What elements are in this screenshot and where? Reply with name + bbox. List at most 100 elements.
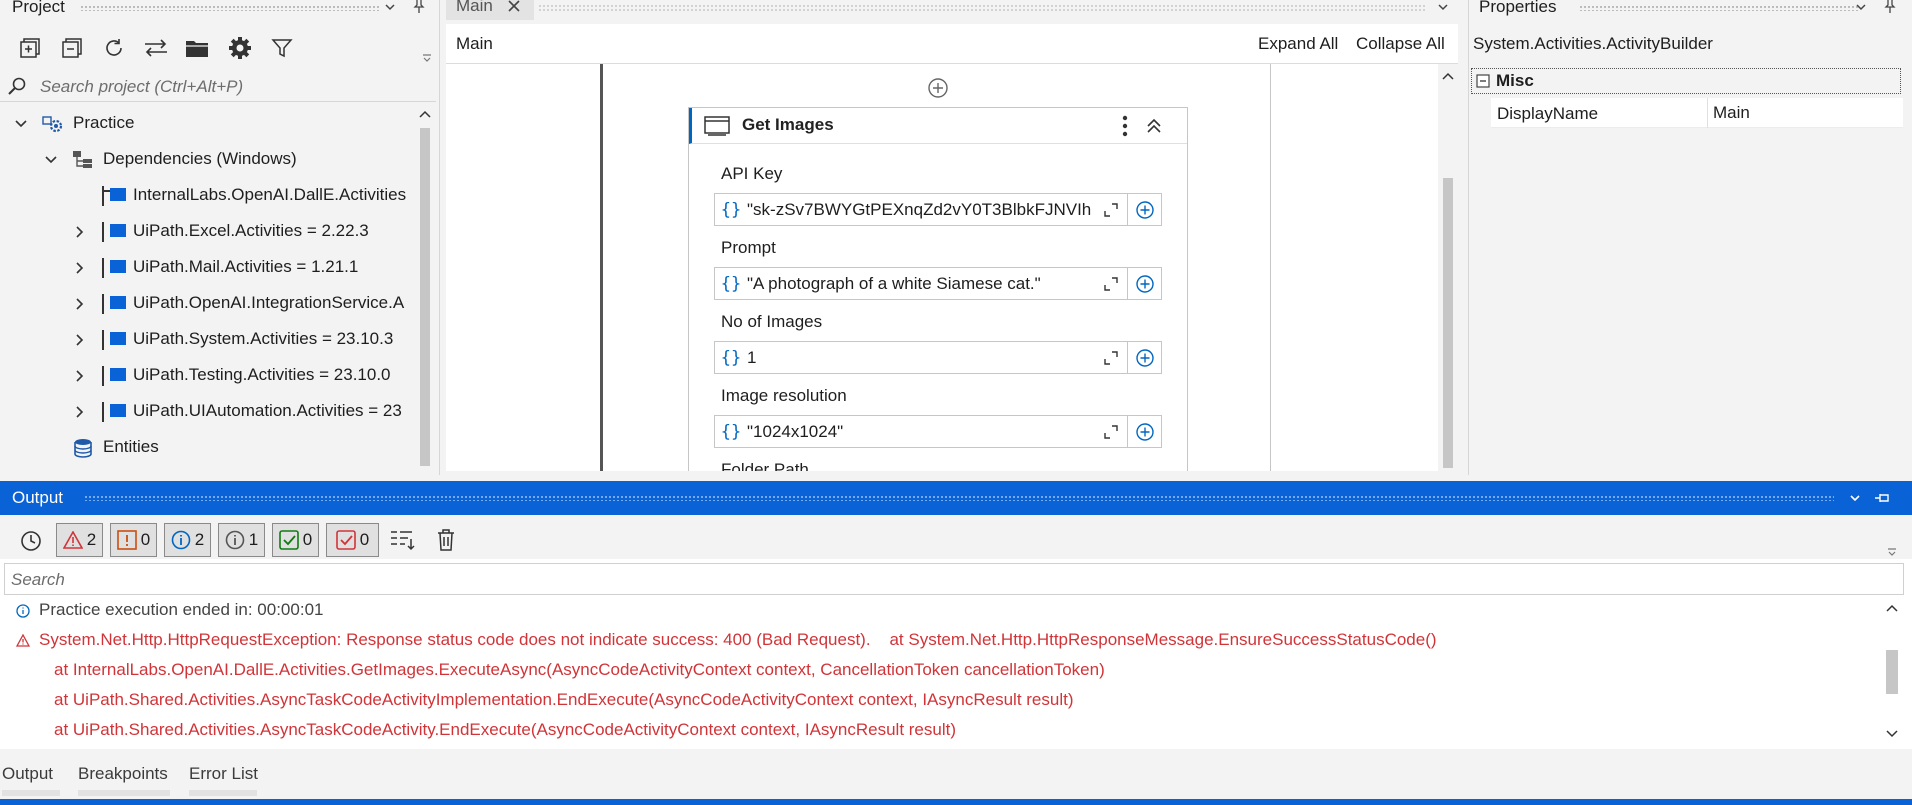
clock-icon[interactable] (20, 530, 42, 552)
scroll-up-icon[interactable] (1441, 70, 1455, 84)
chevron-right-icon[interactable] (72, 224, 88, 240)
drag-grip[interactable] (1579, 5, 1859, 11)
designer-scrollbar[interactable] (1438, 64, 1458, 471)
log-line-error[interactable]: at InternalLabs.OpenAI.DallE.Activities.… (54, 660, 1105, 680)
output-scrollbar[interactable] (1880, 598, 1904, 746)
property-category-misc[interactable]: Misc (1471, 68, 1901, 94)
log-line-error[interactable]: at UiPath.Shared.Activities.AsyncTaskCod… (54, 720, 956, 740)
document-tab-strip: Main (446, 0, 1458, 20)
property-row[interactable]: DisplayName Main (1471, 98, 1903, 128)
scroll-down-icon[interactable] (1885, 726, 1899, 740)
toolbar-overflow-icon[interactable] (1886, 546, 1898, 558)
tree-branch-line (102, 222, 104, 242)
log-text: at InternalLabs.OpenAI.DallE.Activities.… (54, 660, 1105, 679)
chevron-down-icon[interactable] (13, 116, 29, 132)
failed-filter-button[interactable]: 0 (326, 523, 379, 557)
tab-error-list[interactable]: Error List (189, 764, 258, 784)
success-filter-button[interactable]: 0 (272, 523, 319, 557)
trace-icon (225, 530, 245, 550)
scrollbar-thumb[interactable] (420, 128, 430, 466)
project-toolbar (16, 34, 296, 62)
warnings-filter-button[interactable]: 0 (110, 523, 157, 557)
errors-filter-button[interactable]: 2 (56, 523, 103, 557)
tree-item-label: UiPath.OpenAI.IntegrationService.A (133, 293, 405, 312)
dependencies-icon (72, 150, 94, 170)
trash-icon[interactable] (436, 529, 456, 551)
trace-count: 1 (248, 530, 259, 549)
tab-main[interactable]: Main (446, 0, 534, 20)
search-input[interactable]: Search project (Ctrl+Alt+P) (40, 77, 243, 97)
database-icon (72, 438, 94, 458)
tab-label: Main (456, 0, 493, 15)
warnings-count: 0 (140, 530, 151, 549)
scroll-up-icon[interactable] (1885, 602, 1899, 616)
package-block-icon (110, 368, 126, 381)
panel-menu-icon[interactable] (1854, 0, 1868, 14)
chevron-right-icon[interactable] (72, 368, 88, 384)
scroll-up-icon[interactable] (418, 108, 432, 122)
breadcrumb[interactable]: Main (456, 34, 493, 54)
panel-menu-icon[interactable] (383, 0, 397, 14)
scrollbar-thumb[interactable] (1886, 650, 1898, 694)
chevron-right-icon[interactable] (72, 404, 88, 420)
project-search[interactable]: Search project (Ctrl+Alt+P) (0, 72, 436, 102)
filter-icon[interactable] (268, 34, 296, 62)
activity-title[interactable]: Get Images (742, 115, 834, 135)
add-activity-icon[interactable] (927, 77, 949, 99)
project-panel: Project Search project (Ctrl+Alt+P) Prac… (0, 0, 440, 475)
sort-lines-icon[interactable] (390, 529, 416, 551)
drag-grip[interactable] (80, 5, 380, 11)
output-search-box[interactable]: Search (4, 563, 1904, 595)
panel-title: Output (12, 488, 64, 507)
expand-all-button[interactable]: Expand All (1258, 34, 1338, 54)
trace-filter-button[interactable]: 1 (218, 523, 265, 557)
folder-icon[interactable] (184, 34, 212, 62)
more-options-icon[interactable] (1122, 114, 1128, 138)
log-line-error[interactable]: at UiPath.Shared.Activities.AsyncTaskCod… (54, 690, 1074, 710)
collapse-icon[interactable] (1145, 117, 1163, 135)
chevron-right-icon[interactable] (72, 260, 88, 276)
tree-branch-line (102, 366, 104, 386)
close-icon[interactable] (506, 0, 522, 14)
refresh-icon[interactable] (100, 34, 128, 62)
tab-output[interactable]: Output (2, 764, 53, 784)
gear-icon[interactable] (226, 34, 254, 62)
drag-grip[interactable] (84, 495, 1834, 501)
properties-panel: Properties System.Activities.ActivityBui… (1468, 0, 1912, 475)
collapse-box-icon[interactable] (1476, 74, 1490, 88)
info-filter-button[interactable]: 2 (164, 523, 211, 557)
project-gear-icon (42, 114, 64, 134)
activity-card[interactable]: Get Images (688, 107, 1188, 471)
sync-arrows-icon[interactable] (142, 34, 170, 62)
designer-panel: Main Main Expand All Collapse All Get Im… (446, 0, 1458, 475)
pin-icon[interactable] (412, 0, 426, 14)
window-icon (704, 116, 730, 136)
panel-title: Project (12, 0, 65, 16)
search-input[interactable]: Search (11, 570, 65, 590)
log-text: Practice execution ended in: 00:00:01 (39, 600, 324, 619)
expand-all-icon[interactable] (16, 34, 44, 62)
property-value[interactable]: Main (1713, 103, 1750, 123)
tab-underline (2, 790, 60, 796)
chevron-right-icon[interactable] (72, 296, 88, 312)
collapse-all-button[interactable]: Collapse All (1356, 34, 1445, 54)
toolbar-overflow-icon[interactable] (421, 52, 433, 64)
output-log: Practice execution ended in: 00:00:01 Sy… (0, 598, 1880, 746)
pin-icon[interactable] (1874, 491, 1890, 505)
activity-header[interactable]: Get Images (689, 108, 1187, 144)
tree-item-label: UiPath.UIAutomation.Activities = 23 (133, 401, 402, 420)
collapse-all-icon[interactable] (58, 34, 86, 62)
tree-branch-line (102, 186, 104, 206)
warning-icon (116, 530, 137, 550)
info-count: 2 (194, 530, 205, 549)
chevron-down-icon[interactable] (1436, 0, 1450, 14)
tab-underline (78, 790, 170, 796)
panel-menu-icon[interactable] (1848, 491, 1862, 505)
project-panel-header: Project (0, 0, 440, 20)
tab-breakpoints[interactable]: Breakpoints (78, 764, 168, 784)
chevron-right-icon[interactable] (72, 332, 88, 348)
pin-icon[interactable] (1883, 0, 1897, 14)
tree-scrollbar[interactable] (416, 106, 434, 470)
chevron-down-icon[interactable] (43, 152, 59, 168)
scrollbar-thumb[interactable] (1443, 178, 1453, 468)
